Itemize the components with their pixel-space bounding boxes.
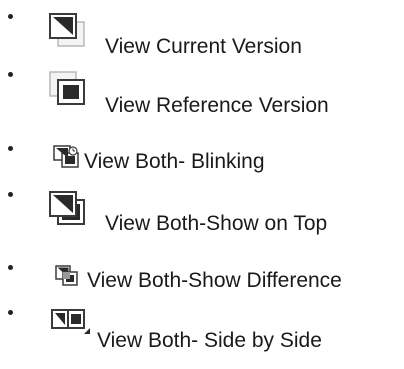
bullet (8, 72, 13, 77)
view-option-label: View Both- Blinking (84, 150, 265, 173)
view-option-label: View Both-Show on Top (105, 212, 328, 235)
bullet (8, 192, 13, 197)
view-option-label: View Both-Show Difference (87, 269, 342, 292)
bullet (8, 265, 13, 270)
view-side-by-side-icon (50, 306, 92, 341)
bullet (8, 310, 13, 315)
bullet (8, 146, 13, 151)
view-option-label: View Both- Side by Side (97, 329, 322, 352)
view-show-difference-icon (54, 264, 80, 293)
view-blinking-icon (52, 144, 82, 175)
view-option-label: View Reference Version (105, 94, 329, 117)
view-show-on-top-icon (48, 190, 88, 233)
view-reference-icon (48, 70, 88, 113)
view-current-icon (48, 12, 88, 55)
view-option-label: View Current Version (105, 35, 302, 58)
bullet (8, 14, 13, 19)
